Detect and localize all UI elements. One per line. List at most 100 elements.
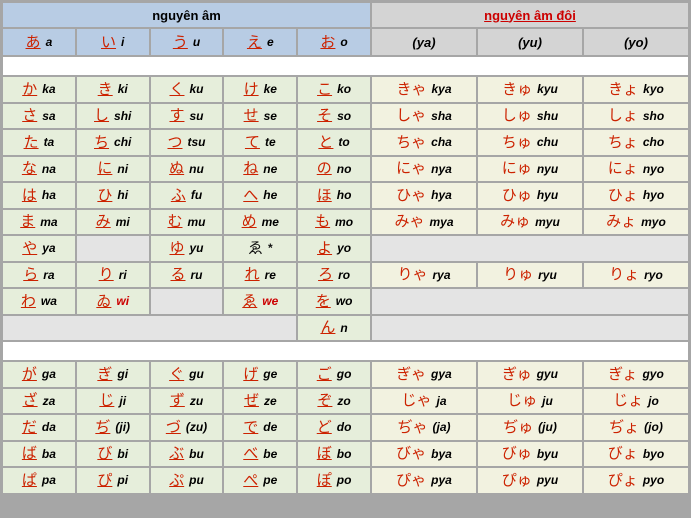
kana-cell-chi[interactable]: ち chi	[75, 129, 150, 156]
kana-cell-ta[interactable]: た ta	[2, 129, 76, 156]
kana-cell-se[interactable]: せ se	[223, 102, 298, 129]
kana-cell-ba[interactable]: ば ba	[2, 440, 76, 467]
kana-cell-po[interactable]: ぽ po	[297, 467, 371, 494]
kana-cell-(zu)[interactable]: づ (zu)	[149, 414, 224, 441]
kana-cell-do[interactable]: ど do	[297, 414, 371, 441]
kana-cell-ku[interactable]: く ku	[149, 76, 224, 103]
kana-cell-nyo[interactable]: にょ nyo	[582, 155, 689, 182]
kana-cell-ryu[interactable]: りゅ ryu	[476, 261, 583, 288]
kana-cell-(ju)[interactable]: ぢゅ (ju)	[476, 414, 583, 441]
kana-cell-shu[interactable]: しゅ shu	[476, 102, 583, 129]
kana-cell-pa[interactable]: ぱ pa	[2, 467, 76, 494]
kana-cell-shi[interactable]: し shi	[75, 102, 150, 129]
kana-cell-nu[interactable]: ぬ nu	[149, 155, 224, 182]
kana-cell-fu[interactable]: ふ fu	[149, 182, 224, 209]
kana-cell-za[interactable]: ざ za	[2, 387, 76, 414]
kana-cell-ho[interactable]: ほ ho	[297, 182, 371, 209]
kana-cell-ro[interactable]: ろ ro	[297, 261, 371, 288]
kana-cell-sho[interactable]: しょ sho	[582, 102, 689, 129]
kana-cell-de[interactable]: で de	[223, 414, 298, 441]
kana-cell-kyu[interactable]: きゅ kyu	[476, 76, 583, 103]
kana-cell-byo[interactable]: びょ byo	[582, 440, 689, 467]
kana-cell-pyu[interactable]: ぴゅ pyu	[476, 467, 583, 494]
kana-cell-nya[interactable]: にゃ nya	[370, 155, 477, 182]
kana-cell-so[interactable]: そ so	[297, 102, 371, 129]
kana-cell-ra[interactable]: ら ra	[2, 261, 76, 288]
kana-cell-(ji)[interactable]: ぢ (ji)	[75, 414, 150, 441]
kana-cell-ne[interactable]: ね ne	[223, 155, 298, 182]
kana-cell-zo[interactable]: ぞ zo	[297, 387, 371, 414]
kana-cell-no[interactable]: の no	[297, 155, 371, 182]
kana-cell-rya[interactable]: りゃ rya	[370, 261, 477, 288]
kana-cell-go[interactable]: ご go	[297, 361, 371, 388]
kana-cell-pe[interactable]: ぺ pe	[223, 467, 298, 494]
kana-cell-myo[interactable]: みょ myo	[582, 208, 689, 235]
kana-cell-ri[interactable]: り ri	[75, 261, 150, 288]
kana-cell-ze[interactable]: ぜ ze	[223, 387, 298, 414]
kana-cell-re[interactable]: れ re	[223, 261, 298, 288]
kana-cell-we[interactable]: ゑ we	[223, 288, 298, 315]
kana-cell-kya[interactable]: きゃ kya	[370, 76, 477, 103]
kana-cell-ke[interactable]: け ke	[223, 76, 298, 103]
kana-cell-mu[interactable]: む mu	[149, 208, 224, 235]
kana-cell-sha[interactable]: しゃ sha	[370, 102, 477, 129]
kana-cell-gyo[interactable]: ぎょ gyo	[582, 361, 689, 388]
kana-cell-ma[interactable]: ま ma	[2, 208, 76, 235]
kana-cell-mi[interactable]: み mi	[75, 208, 150, 235]
kana-cell-ru[interactable]: る ru	[149, 261, 224, 288]
kana-cell-te[interactable]: て te	[223, 129, 298, 156]
kana-cell-chu[interactable]: ちゅ chu	[476, 129, 583, 156]
kana-cell-ゑ[interactable]: ゑ *	[223, 235, 298, 262]
kana-cell-me[interactable]: め me	[223, 208, 298, 235]
kana-cell-byu[interactable]: びゅ byu	[476, 440, 583, 467]
kana-cell-tsu[interactable]: つ tsu	[149, 129, 224, 156]
kana-cell-yu[interactable]: ゆ yu	[149, 235, 224, 262]
kana-cell-sa[interactable]: さ sa	[2, 102, 76, 129]
kana-cell-ge[interactable]: げ ge	[223, 361, 298, 388]
kana-cell-n[interactable]: んn	[297, 314, 371, 341]
kana-cell-ha[interactable]: は ha	[2, 182, 76, 209]
kana-cell-yo[interactable]: よ yo	[297, 235, 371, 262]
kana-cell-gya[interactable]: ぎゃ gya	[370, 361, 477, 388]
kana-cell-kyo[interactable]: きょ kyo	[582, 76, 689, 103]
kana-cell-cha[interactable]: ちゃ cha	[370, 129, 477, 156]
kana-cell-mo[interactable]: も mo	[297, 208, 371, 235]
kana-cell-hyu[interactable]: ひゅ hyu	[476, 182, 583, 209]
kana-cell-ko[interactable]: こ ko	[297, 76, 371, 103]
kana-cell-to[interactable]: と to	[297, 129, 371, 156]
kana-cell-(jo)[interactable]: ぢょ (jo)	[582, 414, 689, 441]
kana-cell-ya[interactable]: や ya	[2, 235, 76, 262]
kana-cell-pya[interactable]: ぴゃ pya	[370, 467, 477, 494]
kana-cell-na[interactable]: な na	[2, 155, 76, 182]
kana-cell-nyu[interactable]: にゅ nyu	[476, 155, 583, 182]
kana-cell-su[interactable]: す su	[149, 102, 224, 129]
kana-cell-ja[interactable]: じゃ ja	[370, 387, 477, 414]
kana-cell-hi[interactable]: ひ hi	[75, 182, 150, 209]
kana-cell-ki[interactable]: き ki	[75, 76, 150, 103]
kana-cell-ji[interactable]: じ ji	[75, 387, 150, 414]
kana-cell-da[interactable]: だ da	[2, 414, 76, 441]
kana-cell-pyo[interactable]: ぴょ pyo	[582, 467, 689, 494]
kana-cell-hyo[interactable]: ひょ hyo	[582, 182, 689, 209]
kana-cell-gyu[interactable]: ぎゅ gyu	[476, 361, 583, 388]
kana-cell-ryo[interactable]: りょ ryo	[582, 261, 689, 288]
kana-cell-gu[interactable]: ぐ gu	[149, 361, 224, 388]
kana-cell-hya[interactable]: ひゃ hya	[370, 182, 477, 209]
kana-cell-jo[interactable]: じょ jo	[582, 387, 689, 414]
kana-cell-zu[interactable]: ず zu	[149, 387, 224, 414]
kana-cell-bi[interactable]: び bi	[75, 440, 150, 467]
kana-cell-(ja)[interactable]: ぢゃ (ja)	[370, 414, 477, 441]
kana-cell-wi[interactable]: ゐ wi	[75, 288, 150, 315]
kana-cell-ga[interactable]: が ga	[2, 361, 76, 388]
kana-cell-ka[interactable]: か ka	[2, 76, 76, 103]
kana-cell-bo[interactable]: ぼ bo	[297, 440, 371, 467]
kana-cell-cho[interactable]: ちょ cho	[582, 129, 689, 156]
kana-cell-wo[interactable]: を wo	[297, 288, 371, 315]
kana-cell-bya[interactable]: びゃ bya	[370, 440, 477, 467]
kana-cell-be[interactable]: べ be	[223, 440, 298, 467]
kana-cell-wa[interactable]: わ wa	[2, 288, 76, 315]
kana-cell-he[interactable]: へ he	[223, 182, 298, 209]
kana-cell-bu[interactable]: ぶ bu	[149, 440, 224, 467]
kana-cell-gi[interactable]: ぎ gi	[75, 361, 150, 388]
kana-cell-mya[interactable]: みゃ mya	[370, 208, 477, 235]
